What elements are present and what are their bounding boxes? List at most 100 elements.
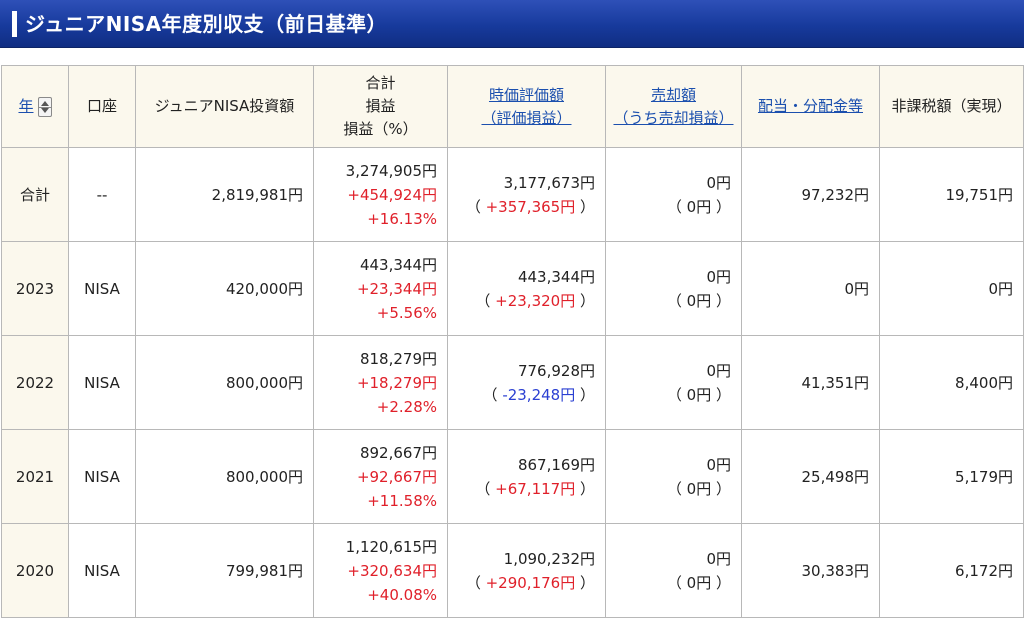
market-pl-wrapper: （ +357,365円 ） bbox=[465, 197, 595, 216]
cell-tax-free: 0円 bbox=[879, 241, 1024, 336]
market-pl-wrapper: （ +290,176円 ） bbox=[465, 573, 595, 592]
sort-down-icon[interactable] bbox=[40, 107, 49, 113]
cell-sold: 0円（ 0円 ） bbox=[605, 429, 742, 524]
cell-year: 2020 bbox=[1, 523, 69, 618]
cell-invested: 420,000円 bbox=[135, 241, 314, 336]
market-value: 776,928円 bbox=[517, 361, 595, 380]
total-value: 1,120,615円 bbox=[345, 537, 437, 556]
sold-pl-wrapper: （ 0円 ） bbox=[666, 479, 731, 498]
market-pl: +67,117円 bbox=[495, 479, 576, 498]
header-dividend: 配当・分配金等 bbox=[741, 65, 880, 148]
cell-invested: 800,000円 bbox=[135, 335, 314, 430]
market-value: 3,177,673円 bbox=[503, 173, 595, 192]
sold-value: 0円 bbox=[706, 361, 731, 380]
page-title: ジュニアNISA年度別収支（前日基準） bbox=[25, 12, 388, 36]
total-value: 892,667円 bbox=[359, 443, 437, 462]
cell-dividend: 0円 bbox=[741, 241, 880, 336]
cell-total: 443,344円 +23,344円 +5.56% bbox=[313, 241, 448, 336]
cell-dividend: 25,498円 bbox=[741, 429, 880, 524]
header-invested: ジュニアNISA投資額 bbox=[135, 65, 314, 148]
header-row: 年 口座 ジュニアNISA投資額 合計 損益 損益（%） 時価評価額 （評価損益… bbox=[1, 65, 1024, 148]
sort-up-down-icon[interactable] bbox=[37, 96, 52, 117]
cell-account: NISA bbox=[68, 429, 136, 524]
cell-market-value: 867,169円 （ +67,117円 ） bbox=[447, 429, 606, 524]
cell-account: NISA bbox=[68, 335, 136, 430]
total-value: 3,274,905円 bbox=[345, 161, 437, 180]
total-pl: +454,924円 bbox=[347, 185, 437, 204]
cell-tax-free: 5,179円 bbox=[879, 429, 1024, 524]
total-pl-pct: +16.13% bbox=[367, 209, 437, 228]
total-pl-pct: +11.58% bbox=[367, 491, 437, 510]
header-total-line3: 損益（%） bbox=[343, 120, 418, 138]
sold-amount-link[interactable]: 売却額 bbox=[606, 84, 741, 107]
market-value-link[interactable]: 時価評価額 bbox=[448, 84, 605, 107]
cell-account: NISA bbox=[68, 523, 136, 618]
total-pl: +18,279円 bbox=[356, 373, 437, 392]
header-total-line2: 損益 bbox=[365, 97, 396, 115]
header-market-value: 時価評価額 （評価損益） bbox=[447, 65, 606, 148]
cell-total: 3,274,905円 +454,924円 +16.13% bbox=[313, 147, 448, 242]
cell-year: 2023 bbox=[1, 241, 69, 336]
title-accent-bar bbox=[12, 11, 17, 37]
cell-sold: 0円（ 0円 ） bbox=[605, 241, 742, 336]
cell-dividend: 30,383円 bbox=[741, 523, 880, 618]
sold-value: 0円 bbox=[706, 455, 731, 474]
sold-value: 0円 bbox=[706, 173, 731, 192]
cell-tax-free: 8,400円 bbox=[879, 335, 1024, 430]
cell-sold: 0円 （ 0円 ） bbox=[605, 335, 742, 430]
total-pl-pct: +40.08% bbox=[367, 585, 437, 604]
cell-total: 892,667円 +92,667円 +11.58% bbox=[313, 429, 448, 524]
year-sort-link[interactable]: 年 bbox=[18, 95, 33, 118]
header-account: 口座 bbox=[68, 65, 136, 148]
sold-value: 0円 bbox=[706, 549, 731, 568]
total-pl-pct: +2.28% bbox=[376, 397, 437, 416]
cell-tax-free: 6,172円 bbox=[879, 523, 1024, 618]
market-pl: +23,320円 bbox=[495, 291, 576, 310]
header-total: 合計 損益 損益（%） bbox=[313, 65, 448, 148]
total-pl-pct: +5.56% bbox=[376, 303, 437, 322]
table-row: 合計 -- 2,819,981円 3,274,905円 +454,924円 +16.13%… bbox=[1, 147, 1024, 242]
cell-year: 合計 bbox=[1, 147, 69, 242]
cell-market-value: 443,344円 （ +23,320円 ） bbox=[447, 241, 606, 336]
sort-up-icon[interactable] bbox=[40, 100, 49, 106]
market-pl-wrapper: （ -23,248円 ） bbox=[482, 385, 595, 404]
table-row: 2020 NISA 799,981円 1,120,615円 +320,634円 +40.0… bbox=[1, 523, 1024, 618]
table-row: 2023 NISA 420,000円 443,344円 +23,344円 +5.56% 44… bbox=[1, 241, 1024, 336]
total-pl: +320,634円 bbox=[347, 561, 437, 580]
total-value: 818,279円 bbox=[359, 349, 437, 368]
sold-pl: 0円 bbox=[686, 479, 712, 498]
dividend-link[interactable]: 配当・分配金等 bbox=[758, 97, 863, 115]
cell-total: 818,279円 +18,279円 +2.28% bbox=[313, 335, 448, 430]
cell-invested: 799,981円 bbox=[135, 523, 314, 618]
sold-value: 0円 bbox=[706, 267, 731, 286]
sold-pl: 0円 bbox=[686, 291, 712, 310]
sold-pl: 0円 bbox=[686, 197, 712, 216]
header-tax-free: 非課税額（実現） bbox=[879, 65, 1024, 148]
cell-dividend: 41,351円 bbox=[741, 335, 880, 430]
valuation-pl-link[interactable]: （評価損益） bbox=[448, 107, 605, 130]
header-year: 年 bbox=[1, 65, 69, 148]
cell-sold: 0円（ 0円 ） bbox=[605, 147, 742, 242]
cell-account: -- bbox=[68, 147, 136, 242]
cell-invested: 800,000円 bbox=[135, 429, 314, 524]
total-pl: +92,667円 bbox=[356, 467, 437, 486]
market-pl-wrapper: （ +23,320円 ） bbox=[475, 291, 595, 310]
market-pl: -23,248円 bbox=[502, 385, 576, 404]
cell-year: 2021 bbox=[1, 429, 69, 524]
total-value: 443,344円 bbox=[359, 255, 437, 274]
table-row: 2021 NISA 800,000円 892,667円 +92,667円 +11.58% 8… bbox=[1, 429, 1024, 524]
title-bar: ジュニアNISA年度別収支（前日基準） bbox=[0, 0, 1024, 48]
sold-pl-wrapper: （ 0円 ） bbox=[666, 385, 731, 404]
sold-pl-wrapper: （ 0円 ） bbox=[666, 291, 731, 310]
cell-year: 2022 bbox=[1, 335, 69, 430]
sold-pl-wrapper: （ 0円 ） bbox=[666, 573, 731, 592]
market-value: 443,344円 bbox=[517, 267, 595, 286]
cell-invested: 2,819,981円 bbox=[135, 147, 314, 242]
sold-pl-link[interactable]: （うち売却損益） bbox=[606, 107, 741, 130]
market-pl-wrapper: （ +67,117円 ） bbox=[475, 479, 595, 498]
market-pl: +357,365円 bbox=[485, 197, 576, 216]
cell-total: 1,120,615円 +320,634円 +40.08% bbox=[313, 523, 448, 618]
sold-pl: 0円 bbox=[686, 573, 712, 592]
cell-market-value: 1,090,232円 （ +290,176円 ） bbox=[447, 523, 606, 618]
cell-market-value: 3,177,673円 （ +357,365円 ） bbox=[447, 147, 606, 242]
